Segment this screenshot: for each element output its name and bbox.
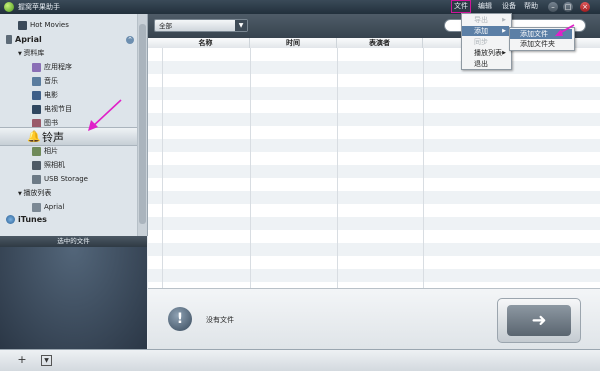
itunes-icon <box>6 215 15 224</box>
sidebar-item-label: 播放列表 <box>23 189 52 197</box>
sidebar-item-photos[interactable]: 相片 <box>32 145 58 157</box>
music-icon <box>32 76 41 86</box>
menu-item-label: 导出 <box>474 16 488 24</box>
minimize-icon[interactable]: – <box>548 2 558 12</box>
menu-item-label: 添加 <box>474 27 488 35</box>
sidebar-item-tv[interactable]: 电视节目 <box>32 103 72 115</box>
column-divider <box>423 48 424 288</box>
sidebar-item-label: Aprial <box>15 35 42 44</box>
menu-item-label: 同步 <box>474 38 488 46</box>
sidebar-item-label: 音乐 <box>44 77 58 85</box>
sidebar-item-label: 照相机 <box>44 161 65 169</box>
file-menu: 导出 ▶ 添加 ▶ 同步 播放列表 ▶ 退出 <box>461 13 512 70</box>
sidebar-item-label: 电视节目 <box>44 105 72 113</box>
sidebar-item-playlist-aprial[interactable]: Aprial <box>32 201 64 213</box>
sidebar-item-usb[interactable]: USB Storage <box>32 173 88 185</box>
sidebar-item-label: 图书 <box>44 119 58 127</box>
photo-icon <box>32 146 41 156</box>
sidebar-item-hot-movies[interactable]: Hot Movies <box>18 19 69 31</box>
sidebar-item-apps[interactable]: 应用程序 <box>32 61 72 73</box>
menu-edit[interactable]: 编辑 <box>476 1 494 12</box>
menu-item-label: 播放列表 <box>474 49 502 57</box>
sidebar-item-label: iTunes <box>18 215 47 224</box>
apps-icon <box>32 62 41 72</box>
menu-item-sync[interactable]: 同步 <box>462 37 509 47</box>
menu-item-playlist[interactable]: 播放列表 ▶ <box>462 48 509 58</box>
status-panel: ! 没有文件 ➜ <box>148 288 600 350</box>
menu-item-label: 退出 <box>474 60 488 68</box>
column-name[interactable]: 名称 <box>162 38 250 48</box>
column-divider <box>162 48 163 288</box>
dropdown-box-icon[interactable]: ▼ <box>41 355 52 366</box>
submenu-arrow-icon: ▶ <box>502 17 506 23</box>
sidebar-item-movies[interactable]: 电影 <box>32 89 58 101</box>
status-text: 没有文件 <box>206 316 234 324</box>
sidebar-item-label: USB Storage <box>44 175 88 183</box>
annotation-arrow-icon <box>88 99 122 131</box>
annotation-arrow-icon <box>555 24 575 36</box>
playlist-icon <box>32 202 41 212</box>
sidebar-item-label: Aprial <box>44 203 65 211</box>
camera-icon <box>32 160 41 170</box>
sidebar-item-playlists[interactable]: ▼ 播放列表 <box>18 187 51 199</box>
close-icon[interactable]: × <box>580 2 590 12</box>
sidebar-item-label: 资料库 <box>23 49 45 57</box>
sidebar-item-library[interactable]: ▼ 资料库 <box>18 47 44 59</box>
info-icon: ! <box>168 307 192 331</box>
selected-files-panel <box>0 247 147 349</box>
sidebar-scrollbar[interactable] <box>137 14 147 236</box>
menu-item-exit[interactable]: 退出 <box>462 59 509 69</box>
chevron-down-icon: ▼ <box>235 20 247 31</box>
column-time[interactable]: 时间 <box>250 38 337 48</box>
sidebar-item-label: Hot Movies <box>30 21 69 29</box>
bottom-bar: + ▼ <box>0 349 600 371</box>
column-artist[interactable]: 表演者 <box>337 38 423 48</box>
title-bar: 握窝苹果助手 文件 编辑 设备 帮助 – □ × <box>0 0 600 14</box>
bell-icon: 🔔 <box>27 130 41 143</box>
submenu-arrow-icon: ▶ <box>502 28 506 34</box>
menu-item-export[interactable]: 导出 ▶ <box>462 15 509 25</box>
column-divider <box>250 48 251 288</box>
usb-drive-icon <box>32 174 41 184</box>
phone-icon <box>6 35 12 44</box>
sidebar-item-label: 电影 <box>44 91 58 99</box>
sidebar-item-label: 铃声 <box>42 131 64 144</box>
column-divider <box>337 48 338 288</box>
scrollbar-thumb[interactable] <box>139 24 146 224</box>
tv-icon <box>32 104 41 114</box>
filter-value: 全部 <box>159 22 172 30</box>
transfer-button[interactable]: ➜ <box>497 298 581 343</box>
app-window: 握窝苹果助手 文件 编辑 设备 帮助 – □ × Hot Movies Apri… <box>0 0 600 371</box>
menu-device[interactable]: 设备 <box>500 1 518 12</box>
app-logo-icon <box>4 2 14 12</box>
sidebar-item-label: 应用程序 <box>44 63 72 71</box>
submenu-arrow-icon: ▶ <box>502 50 506 56</box>
sidebar-item-device[interactable]: Aprial <box>6 34 42 46</box>
maximize-icon[interactable]: □ <box>563 2 573 12</box>
monitor-icon <box>18 20 27 30</box>
eject-icon[interactable]: ⌃ <box>126 36 134 44</box>
app-title: 握窝苹果助手 <box>18 3 60 11</box>
sidebar-item-camera[interactable]: 照相机 <box>32 159 65 171</box>
add-icon[interactable]: + <box>16 354 28 366</box>
menu-item-add-folder[interactable]: 添加文件夹 <box>510 39 572 49</box>
arrow-right-icon: ➜ <box>507 305 571 336</box>
sidebar: Hot Movies Aprial ⌃ ▼ 资料库 应用程序 音乐 电影 电视节… <box>0 14 148 236</box>
menu-item-add[interactable]: 添加 ▶ <box>462 26 509 36</box>
sidebar-item-music[interactable]: 音乐 <box>32 75 58 87</box>
film-icon <box>32 90 41 100</box>
selected-files-header: 选中的文件 <box>0 236 147 247</box>
menu-help[interactable]: 帮助 <box>522 1 540 12</box>
sidebar-item-label: 相片 <box>44 147 58 155</box>
filter-dropdown[interactable]: 全部 ▼ <box>154 19 248 32</box>
sidebar-item-itunes[interactable]: iTunes <box>6 214 47 226</box>
menu-file[interactable]: 文件 <box>451 0 471 13</box>
file-table[interactable] <box>148 48 600 288</box>
